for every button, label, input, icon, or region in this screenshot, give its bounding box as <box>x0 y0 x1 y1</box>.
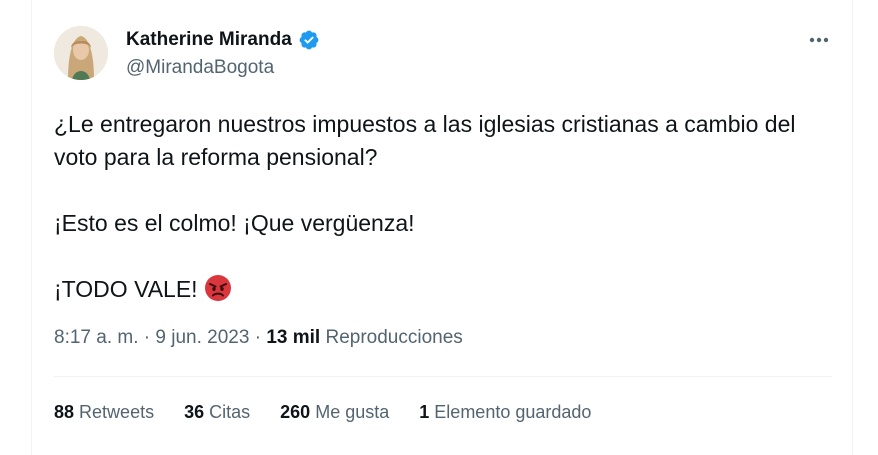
author-name[interactable]: Katherine Miranda <box>126 29 292 51</box>
retweets-label: Retweets <box>79 402 155 422</box>
meta-separator: · <box>143 327 156 348</box>
quotes-label: Citas <box>209 402 251 422</box>
retweets-count: 88 <box>54 402 75 422</box>
likes-count: 260 <box>280 402 311 422</box>
quotes-stat[interactable]: 36 Citas <box>184 402 250 423</box>
tweet-paragraph-last: ¡TODO VALE! <box>54 273 834 306</box>
tweet-card: Katherine Miranda @MirandaBogota ¿Le ent… <box>31 0 853 455</box>
author-handle[interactable]: @MirandaBogota <box>126 57 274 79</box>
tweet-text: ¿Le entregaron nuestros impuestos a las … <box>54 108 834 306</box>
bookmarks-count: 1 <box>419 402 430 422</box>
views-label: Reproducciones <box>325 327 463 348</box>
tweet-paragraph: ¿Le entregaron nuestros impuestos a las … <box>54 111 796 170</box>
bookmarks-label: Elemento guardado <box>434 402 592 422</box>
tweet-paragraph: ¡TODO VALE! <box>54 276 198 302</box>
meta-separator: · <box>254 327 267 348</box>
avatar[interactable] <box>54 26 108 80</box>
more-options-icon[interactable] <box>808 30 830 50</box>
likes-label: Me gusta <box>315 402 390 422</box>
author-row: Katherine Miranda <box>126 29 320 51</box>
tweet-time[interactable]: 8:17 a. m. <box>54 327 139 348</box>
retweets-stat[interactable]: 88 Retweets <box>54 402 154 423</box>
tweet-meta: 8:17 a. m. · 9 jun. 2023 · 13 mil Reprod… <box>54 327 463 349</box>
bookmarks-stat[interactable]: 1 Elemento guardado <box>419 402 591 423</box>
tweet-stats: 88 Retweets 36 Citas 260 Me gusta 1 Elem… <box>54 402 591 423</box>
likes-stat[interactable]: 260 Me gusta <box>280 402 389 423</box>
verified-badge-icon[interactable] <box>298 29 320 51</box>
angry-face-emoji-icon <box>204 275 231 301</box>
tweet-date[interactable]: 9 jun. 2023 <box>155 327 249 348</box>
views-count: 13 mil <box>266 327 321 348</box>
divider <box>54 376 832 377</box>
tweet-paragraph: ¡Esto es el colmo! ¡Que vergüenza! <box>54 210 415 236</box>
quotes-count: 36 <box>184 402 205 422</box>
avatar-image <box>54 26 108 80</box>
